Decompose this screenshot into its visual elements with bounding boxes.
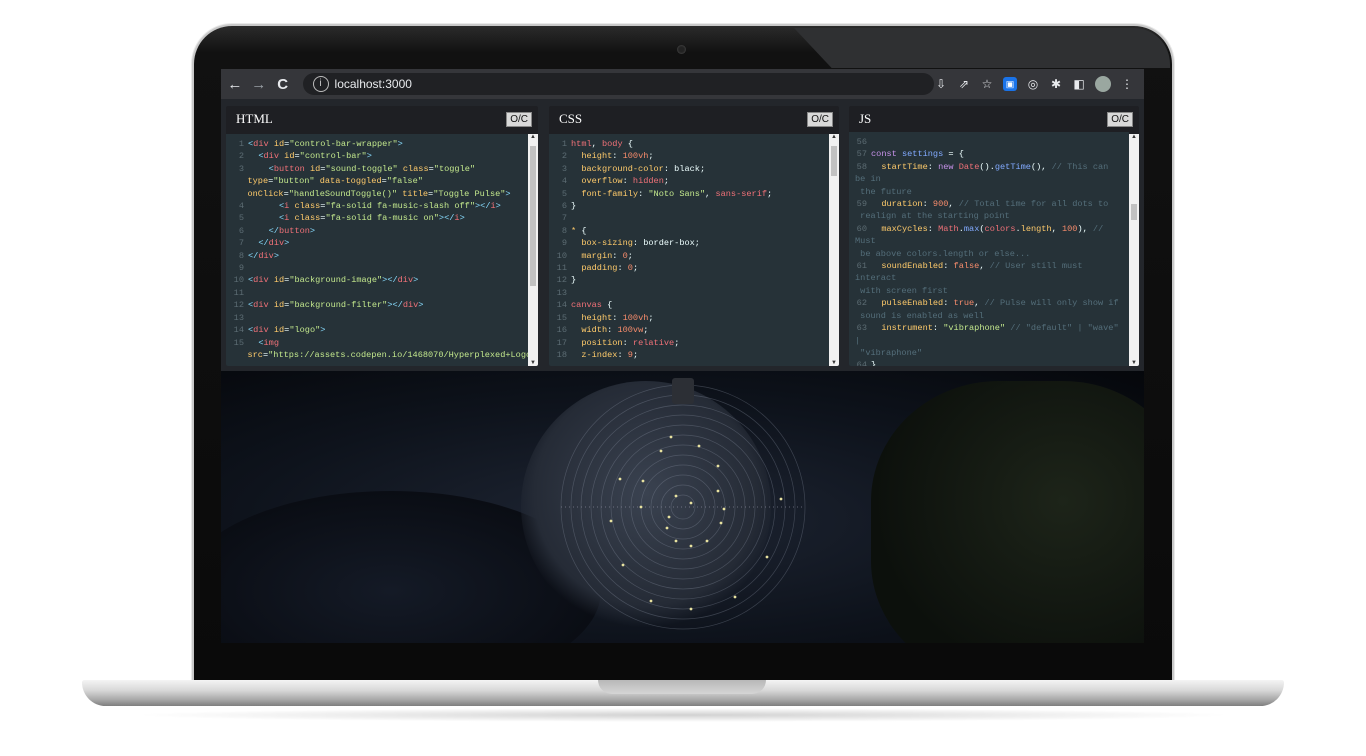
code-editor[interactable]: 1 html, body { 2 height: 100vh; 3 backgro… [549, 134, 829, 366]
open-close-button[interactable]: O/C [807, 111, 833, 127]
record-icon[interactable]: ◎ [1026, 77, 1040, 91]
webcam [677, 45, 686, 54]
scrollbar[interactable]: ▲ ▼ [829, 134, 839, 366]
avatar[interactable] [1095, 76, 1111, 92]
open-close-button[interactable]: O/C [506, 111, 532, 127]
address-bar[interactable]: i localhost:3000 [302, 73, 934, 95]
panel-title: HTML [236, 111, 273, 126]
extension-icon[interactable]: ▣ [1003, 77, 1017, 91]
code-editor[interactable]: 1 <div id="control-bar-wrapper"> 2 <div i… [226, 134, 528, 366]
reload-icon[interactable]: C [273, 76, 293, 93]
screen: ← → C i localhost:3000 ⇩ ⇗ ☆ ▣ ◎ ✱ ◧ ⋮ H… [221, 69, 1144, 643]
scrollbar[interactable]: ▲ ▼ [528, 134, 538, 366]
url-text: localhost:3000 [334, 77, 412, 91]
laptop-shadow [130, 708, 1236, 722]
panel-title: CSS [559, 111, 583, 126]
panel-title: JS [859, 111, 872, 126]
laptop-notch [598, 680, 766, 694]
editor-area: HTML O/C 1 <div id="control-bar-wrapper">… [221, 99, 1144, 371]
open-close-button[interactable]: O/C [1107, 111, 1133, 127]
code-editor[interactable]: 56 57 const settings = { 58 startTime: ne… [849, 132, 1129, 366]
info-icon[interactable]: i [312, 76, 329, 92]
preview-canvas[interactable] [221, 371, 1144, 643]
lid-glare [794, 28, 1170, 68]
install-icon[interactable]: ⇩ [934, 77, 948, 91]
js-panel: JS O/C 56 57 const settings = { 58 startT… [849, 106, 1139, 366]
browser-toolbar: ← → C i localhost:3000 ⇩ ⇗ ☆ ▣ ◎ ✱ ◧ ⋮ [221, 69, 1144, 99]
menu-icon[interactable]: ⋮ [1120, 77, 1134, 91]
scrollbar[interactable]: ▲ ▼ [1129, 134, 1139, 366]
puzzle-icon[interactable]: ✱ [1049, 77, 1063, 91]
star-icon[interactable]: ☆ [980, 77, 994, 91]
back-icon[interactable]: ← [225, 76, 245, 93]
toolbar-icons: ⇩ ⇗ ☆ ▣ ◎ ✱ ◧ ⋮ [934, 76, 1144, 92]
share-icon[interactable]: ⇗ [957, 77, 971, 91]
sidebar-icon[interactable]: ◧ [1072, 77, 1086, 91]
polyrhythm-visual [560, 384, 806, 630]
sound-toggle-button[interactable] [672, 378, 694, 404]
forward-icon[interactable]: → [249, 76, 269, 93]
css-panel: CSS O/C 1 html, body { 2 height: 100vh; 3… [549, 106, 839, 366]
html-panel: HTML O/C 1 <div id="control-bar-wrapper">… [226, 106, 538, 366]
